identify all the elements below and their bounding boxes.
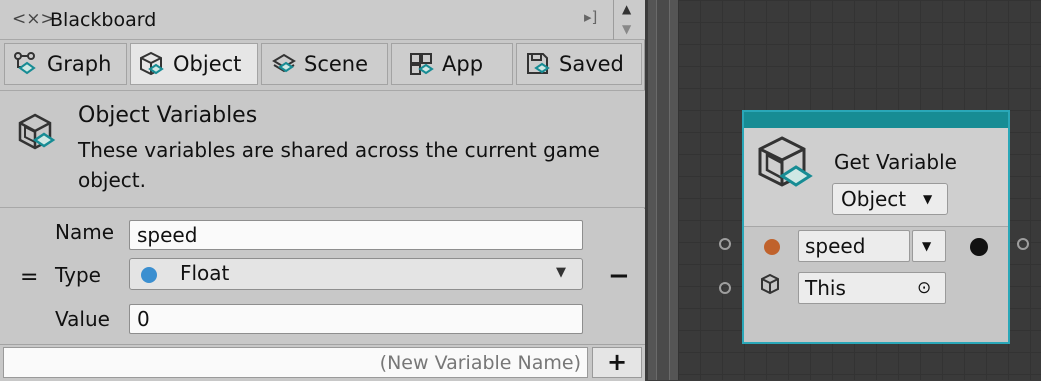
name-field[interactable]: speed (129, 220, 583, 250)
add-variable-button[interactable]: + (592, 347, 642, 378)
target-picker-icon[interactable]: ⊙ (917, 273, 931, 303)
scope-tabs: Graph Object Scene App Saved (0, 40, 645, 88)
tab-object-label: Object (173, 52, 242, 76)
new-variable-name-input[interactable]: (New Variable Name) (3, 347, 588, 378)
tab-scene[interactable]: Scene (261, 43, 388, 85)
remove-variable-button[interactable]: − (608, 261, 630, 291)
value-label: Value (55, 307, 110, 331)
node-variable-dropdown[interactable]: ▼ (912, 230, 946, 262)
input-port-left[interactable] (719, 238, 731, 250)
type-label: Type (55, 263, 101, 287)
name-label: Name (55, 220, 115, 244)
scroll-up-icon[interactable]: ▲ (622, 2, 631, 16)
float-port-icon (764, 239, 780, 255)
object-variables-icon (15, 111, 59, 159)
chevron-down-icon: ▼ (922, 239, 932, 253)
saved-icon (525, 51, 559, 77)
node-target-field[interactable]: This ⊙ (798, 272, 946, 304)
tab-graph[interactable]: Graph (4, 43, 127, 85)
node-kind-dropdown[interactable]: Object ▼ (832, 183, 948, 215)
app-icon (408, 51, 442, 77)
chevron-down-icon: ▼ (923, 192, 933, 206)
type-dropdown[interactable]: Float ▼ (129, 258, 583, 290)
node-title-section: Get Variable Object ▼ (744, 128, 1008, 227)
window-title: Blackboard (50, 9, 157, 31)
node-target-value: This (805, 276, 846, 300)
tab-graph-label: Graph (47, 52, 112, 76)
scroll-down-icon[interactable]: ▼ (622, 22, 631, 36)
node-variable-field[interactable]: speed (798, 230, 910, 262)
tab-app[interactable]: App (391, 43, 513, 85)
scrollbar-arrows[interactable]: ▲ ▼ (613, 0, 644, 40)
tab-scene-label: Scene (304, 52, 369, 76)
type-value: Float (180, 261, 230, 285)
scene-icon (270, 51, 304, 77)
tab-app-label: App (442, 52, 484, 76)
value-field[interactable]: 0 (129, 304, 583, 334)
chevron-down-icon: ▼ (556, 265, 566, 280)
object-icon (139, 51, 173, 77)
gameobject-icon (758, 272, 782, 300)
node-object-icon (754, 134, 818, 200)
tab-saved-label: Saved (559, 52, 624, 76)
output-port-right[interactable] (1017, 238, 1029, 250)
get-variable-node[interactable]: Get Variable Object ▼ speed ▼ This ⊙ (742, 110, 1010, 344)
variable-row: = Name speed Type Float ▼ Value 0 − (0, 209, 645, 344)
scope-header: Object Variables These variables are sha… (0, 90, 645, 208)
drag-handle-icon[interactable]: = (20, 265, 38, 290)
float-type-icon (141, 267, 157, 283)
brackets-icon: <×> (12, 9, 55, 29)
panel-splitter[interactable] (648, 0, 678, 380)
graph-icon (13, 51, 47, 77)
blackboard-panel: <×> Blackboard ▸] ▲ ▼ Graph Object Scene (0, 0, 645, 381)
value-output-port[interactable] (970, 238, 988, 256)
header-description: These variables are shared across the cu… (78, 138, 600, 192)
tab-saved[interactable]: Saved (516, 43, 642, 85)
new-variable-row: (New Variable Name) + (0, 344, 645, 381)
dock-icon[interactable]: ▸] (584, 8, 597, 26)
header-title: Object Variables (78, 103, 258, 128)
target-input-port[interactable] (719, 282, 731, 294)
node-header-bar[interactable] (744, 112, 1008, 128)
tab-object[interactable]: Object (130, 43, 258, 85)
node-title: Get Variable (834, 150, 957, 174)
splitter-handle[interactable] (656, 0, 670, 380)
blackboard-titlebar: <×> Blackboard ▸] ▲ ▼ (0, 0, 645, 40)
node-kind-value: Object (841, 187, 907, 211)
